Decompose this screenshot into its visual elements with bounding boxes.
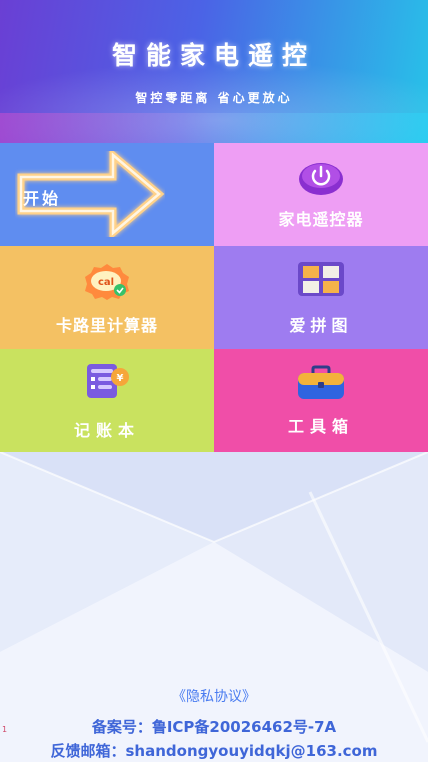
start-tile[interactable]: 开始	[0, 143, 214, 246]
ledger-icon: ¥	[87, 364, 129, 398]
calorie-calculator-tile[interactable]: cal 卡路里计算器	[0, 246, 214, 349]
remote-control-tile[interactable]: 家电遥控器	[214, 143, 428, 246]
puzzle-tile[interactable]: 爱拼图	[214, 246, 428, 349]
header-banner: 智能家电遥控 智控零距离 省心更放心	[0, 0, 428, 143]
power-icon	[299, 163, 343, 195]
icp-record-text: 备案号：鲁ICP备20026462号-7A	[91, 718, 337, 736]
app-title: 智能家电遥控	[111, 41, 316, 70]
puzzle-grid-icon	[298, 262, 344, 296]
calorie-badge-text: cal	[98, 277, 114, 288]
calorie-badge-icon: cal	[85, 264, 129, 300]
start-label: 开始	[22, 189, 61, 208]
puzzle-label: 爱拼图	[289, 316, 353, 335]
ledger-label: 记账本	[73, 421, 140, 440]
calorie-calculator-label: 卡路里计算器	[55, 316, 158, 335]
remote-control-label: 家电遥控器	[278, 210, 364, 229]
app-subtitle: 智控零距离 省心更放心	[135, 91, 293, 105]
feedback-email-text: 反馈邮箱：shandongyouyidqkj@163.com	[50, 742, 378, 760]
ledger-tile[interactable]: ¥ 记账本	[0, 349, 214, 452]
toolbox-icon	[298, 365, 344, 399]
toolbox-tile[interactable]: 工具箱	[214, 349, 428, 452]
svg-text:¥: ¥	[117, 373, 124, 384]
toolbox-label: 工具箱	[287, 417, 354, 436]
privacy-policy-link[interactable]: 《隐私协议》	[0, 686, 428, 706]
